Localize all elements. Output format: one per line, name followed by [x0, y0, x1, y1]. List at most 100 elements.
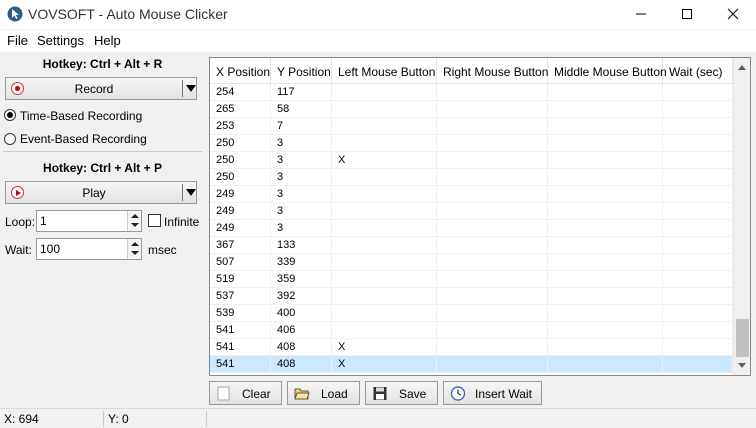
cell-y: 3: [271, 220, 332, 237]
wait-stepper[interactable]: 100: [36, 238, 142, 260]
event-based-label[interactable]: Event-Based Recording: [20, 132, 147, 146]
table-header: X Position Y Position Left Mouse Button …: [210, 58, 733, 84]
load-button[interactable]: Load: [287, 381, 360, 405]
loop-down-icon[interactable]: [131, 223, 139, 227]
divider: [3, 151, 202, 152]
table-row[interactable]: 249 3: [210, 220, 733, 237]
cell-x: 249: [210, 186, 271, 203]
table-row[interactable]: 253 7: [210, 118, 733, 135]
play-dropdown-arrow-icon[interactable]: [186, 189, 196, 196]
cell-left: X: [332, 152, 437, 169]
loop-stepper[interactable]: 1: [36, 210, 142, 232]
infinite-checkbox[interactable]: [148, 214, 161, 227]
window-title: VOVSOFT - Auto Mouse Clicker: [28, 6, 228, 22]
cell-left: X: [332, 339, 437, 356]
record-hotkey-label: Hotkey: Ctrl + Alt + R: [42, 57, 163, 71]
cell-middle: [548, 271, 663, 288]
table-row[interactable]: 537 392: [210, 288, 733, 305]
table-row[interactable]: 519 359: [210, 271, 733, 288]
actions-table[interactable]: X Position Y Position Left Mouse Button …: [209, 57, 751, 376]
cell-wait: [663, 220, 733, 237]
app-cursor-icon: [7, 6, 23, 22]
status-y-coordinate: Y: 0: [108, 412, 129, 426]
table-row[interactable]: 249 3: [210, 203, 733, 220]
table-row[interactable]: 507 339: [210, 254, 733, 271]
menu-help[interactable]: Help: [94, 33, 121, 48]
cell-y: 133: [271, 237, 332, 254]
cell-middle: [548, 254, 663, 271]
cell-middle: [548, 220, 663, 237]
cell-right: [437, 152, 548, 169]
col-middle-mouse[interactable]: Middle Mouse Button: [548, 58, 667, 84]
cell-right: [437, 203, 548, 220]
table-row[interactable]: 541 408 X: [210, 356, 733, 373]
table-row[interactable]: 539 400: [210, 305, 733, 322]
cell-wait: [663, 254, 733, 271]
col-x-position[interactable]: X Position: [210, 58, 271, 84]
col-right-mouse[interactable]: Right Mouse Button: [437, 58, 548, 84]
cell-x: 250: [210, 169, 271, 186]
cell-left: [332, 305, 437, 322]
cell-y: 3: [271, 152, 332, 169]
minimize-icon: [636, 13, 646, 15]
col-y-position[interactable]: Y Position: [271, 58, 332, 84]
cell-x: 250: [210, 135, 271, 152]
record-dropdown-arrow-icon[interactable]: [186, 85, 196, 92]
table-row[interactable]: 367 133: [210, 237, 733, 254]
maximize-button[interactable]: [664, 0, 710, 29]
wait-down-icon[interactable]: [131, 251, 139, 255]
table-row[interactable]: 249 3: [210, 186, 733, 203]
clock-icon: [450, 386, 466, 401]
cell-right: [437, 288, 548, 305]
close-button[interactable]: [710, 0, 756, 29]
clear-button[interactable]: Clear: [209, 381, 282, 405]
minimize-button[interactable]: [618, 0, 664, 29]
time-based-radio[interactable]: [4, 109, 16, 121]
scroll-thumb[interactable]: [736, 319, 749, 357]
cell-x: 253: [210, 118, 271, 135]
scroll-up-icon[interactable]: [738, 65, 746, 70]
infinite-label[interactable]: Infinite: [164, 215, 199, 229]
cell-right: [437, 305, 548, 322]
menu-file[interactable]: File: [7, 33, 28, 48]
maximize-icon: [682, 9, 692, 19]
wait-unit-label: msec: [148, 243, 177, 257]
table-row[interactable]: 265 58: [210, 101, 733, 118]
table-row[interactable]: 250 3 X: [210, 152, 733, 169]
cell-right: [437, 254, 548, 271]
time-based-label[interactable]: Time-Based Recording: [20, 109, 142, 123]
save-button[interactable]: Save: [365, 381, 438, 405]
table-row[interactable]: 541 406: [210, 322, 733, 339]
table-scrollbar[interactable]: [733, 58, 750, 375]
record-button[interactable]: Record: [5, 77, 197, 100]
cell-y: 406: [271, 322, 332, 339]
menu-settings[interactable]: Settings: [37, 33, 84, 48]
table-row[interactable]: 541 408 X: [210, 339, 733, 356]
loop-value[interactable]: 1: [40, 214, 47, 228]
cell-wait: [663, 169, 733, 186]
play-button[interactable]: Play: [5, 181, 197, 204]
wait-value[interactable]: 100: [40, 242, 60, 256]
cell-middle: [548, 288, 663, 305]
cell-left: [332, 169, 437, 186]
cell-left: [332, 118, 437, 135]
table-row[interactable]: 250 3: [210, 169, 733, 186]
col-left-mouse[interactable]: Left Mouse Button: [332, 58, 437, 84]
cell-y: 7: [271, 118, 332, 135]
cell-x: 541: [210, 339, 271, 356]
col-wait[interactable]: Wait (sec): [663, 58, 733, 84]
cell-x: 265: [210, 101, 271, 118]
cell-wait: [663, 356, 733, 373]
play-hotkey-label: Hotkey: Ctrl + Alt + P: [43, 161, 162, 175]
insert-wait-button[interactable]: Insert Wait: [443, 381, 542, 405]
event-based-radio[interactable]: [4, 133, 16, 145]
wait-label: Wait:: [5, 243, 32, 257]
cell-y: 117: [271, 84, 332, 101]
cell-wait: [663, 339, 733, 356]
wait-up-icon[interactable]: [131, 242, 139, 246]
loop-up-icon[interactable]: [131, 214, 139, 218]
table-row[interactable]: 250 3: [210, 135, 733, 152]
save-disk-icon: [373, 387, 387, 400]
scroll-down-icon[interactable]: [738, 363, 746, 368]
table-row[interactable]: 254 117: [210, 84, 733, 101]
